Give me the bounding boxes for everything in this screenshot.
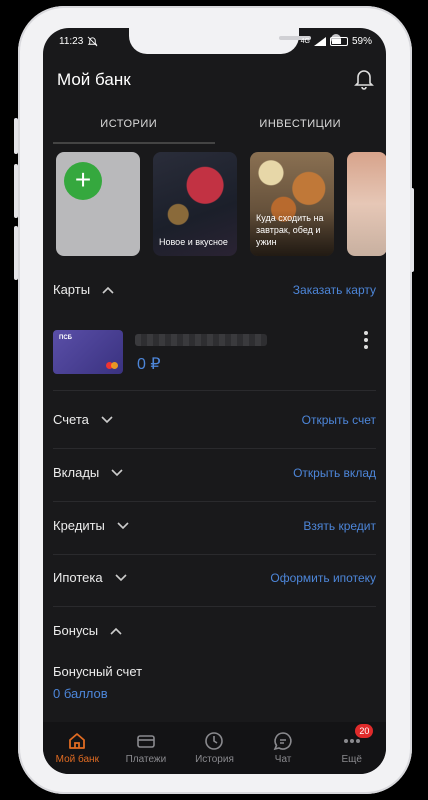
mute-icon <box>87 36 98 47</box>
open-account-link[interactable]: Открыть счет <box>302 413 376 427</box>
accounts-toggle[interactable]: Счета <box>53 412 113 427</box>
battery-icon <box>329 37 348 46</box>
story-partial[interactable] <box>347 152 386 256</box>
credits-title: Кредиты <box>53 518 105 533</box>
signal-icon <box>313 37 326 46</box>
chat-icon <box>273 732 292 751</box>
divider <box>53 501 376 502</box>
accounts-section-header: Счета Открыть счет <box>53 412 376 427</box>
nav-history[interactable]: История <box>180 722 249 774</box>
story-where-to-eat[interactable]: Куда сходить на завтрак, обед и ужин <box>250 152 334 256</box>
mortgage-title: Ипотека <box>53 570 103 585</box>
card-logo: ПСБ <box>59 335 72 341</box>
credits-toggle[interactable]: Кредиты <box>53 518 129 533</box>
nav-payments[interactable]: Платежи <box>112 722 181 774</box>
divider <box>53 448 376 449</box>
story-caption: Новое и вкусное <box>159 236 228 247</box>
page-title: Мой банк <box>57 70 131 89</box>
open-deposit-link[interactable]: Открыть вклад <box>293 466 376 480</box>
order-card-link[interactable]: Заказать карту <box>293 283 376 297</box>
card-icon <box>137 735 155 748</box>
get-credit-link[interactable]: Взять кредит <box>303 519 376 533</box>
bonus-points[interactable]: 0 баллов <box>53 686 108 701</box>
cards-toggle[interactable]: Карты <box>53 282 114 297</box>
bonuses-toggle[interactable]: Бонусы <box>53 623 122 638</box>
mastercard-icon-part <box>111 362 118 369</box>
chevron-down-icon <box>101 415 113 423</box>
bonuses-title: Бонусы <box>53 623 99 638</box>
story-new-tasty[interactable]: Новое и вкусное <box>153 152 237 256</box>
nav-label: Чат <box>274 754 292 765</box>
divider <box>53 606 376 607</box>
chevron-down-icon <box>111 468 123 476</box>
deposits-title: Вклады <box>53 465 100 480</box>
stories-carousel: + Новое и вкусное Куда сходить на завтра… <box>56 152 386 256</box>
deposits-section-header: Вклады Открыть вклад <box>53 465 376 480</box>
volume-down-button <box>14 164 18 218</box>
nav-more[interactable]: Ещё 20 <box>317 722 386 774</box>
mortgage-section-header: Ипотека Оформить ипотеку <box>53 570 376 585</box>
bonuses-section-header: Бонусы <box>53 623 376 638</box>
card-name-redacted <box>135 334 267 346</box>
card-balance: 0 ₽ <box>137 356 161 373</box>
chevron-down-icon <box>115 573 127 581</box>
notch <box>129 28 341 54</box>
clock-icon <box>205 732 224 750</box>
cards-title: Карты <box>53 282 91 297</box>
story-caption: Куда сходить на завтрак, обед и ужин <box>256 212 324 247</box>
nav-my-bank[interactable]: Мой банк <box>43 722 112 774</box>
status-bar-left: 11:23 <box>59 36 98 47</box>
plus-icon: + <box>64 162 102 200</box>
nav-label: Мой банк <box>55 754 99 765</box>
status-time: 11:23 <box>59 36 84 47</box>
nav-label: Платежи <box>125 754 167 765</box>
divider <box>53 554 376 555</box>
volume-up-button <box>14 118 18 154</box>
tab-investments[interactable]: ИНВЕСТИЦИИ <box>215 114 387 142</box>
notification-badge: 20 <box>355 724 374 738</box>
story-add[interactable]: + <box>56 152 140 256</box>
nav-label: История <box>195 754 234 765</box>
accounts-title: Счета <box>53 412 89 427</box>
nav-chat[interactable]: Чат <box>249 722 318 774</box>
nav-label: Ещё <box>341 754 362 765</box>
credits-section-header: Кредиты Взять кредит <box>53 518 376 533</box>
mortgage-toggle[interactable]: Ипотека <box>53 570 127 585</box>
chevron-up-icon <box>110 627 122 635</box>
status-bar-right: 4G 59% <box>301 36 372 47</box>
bell-icon[interactable] <box>354 68 374 90</box>
home-icon <box>69 733 86 749</box>
bottom-nav: Мой банк Платежи История Чат Ещё 20 <box>43 722 386 774</box>
bank-card-image[interactable]: ПСБ <box>53 330 123 374</box>
divider <box>53 390 376 391</box>
tab-bar: ИСТОРИИ ИНВЕСТИЦИИ <box>43 114 386 142</box>
app-screen: 11:23 4G 59% Мой банк ИСТОРИИ ИНВЕСТИЦИИ… <box>43 28 386 774</box>
tab-active-indicator <box>53 142 215 144</box>
volume-extra-button <box>14 226 18 280</box>
deposits-toggle[interactable]: Вклады <box>53 465 123 480</box>
chevron-down-icon <box>117 521 129 529</box>
tab-stories[interactable]: ИСТОРИИ <box>43 114 215 142</box>
bonus-account-label: Бонусный счет <box>53 664 143 679</box>
network-type: 4G <box>300 38 310 45</box>
battery-percent: 59% <box>351 36 372 47</box>
chevron-up-icon <box>102 286 114 294</box>
cards-section-header: Карты Заказать карту <box>53 282 376 297</box>
more-options-icon[interactable] <box>364 331 368 349</box>
power-button <box>410 188 414 272</box>
apply-mortgage-link[interactable]: Оформить ипотеку <box>270 571 376 585</box>
